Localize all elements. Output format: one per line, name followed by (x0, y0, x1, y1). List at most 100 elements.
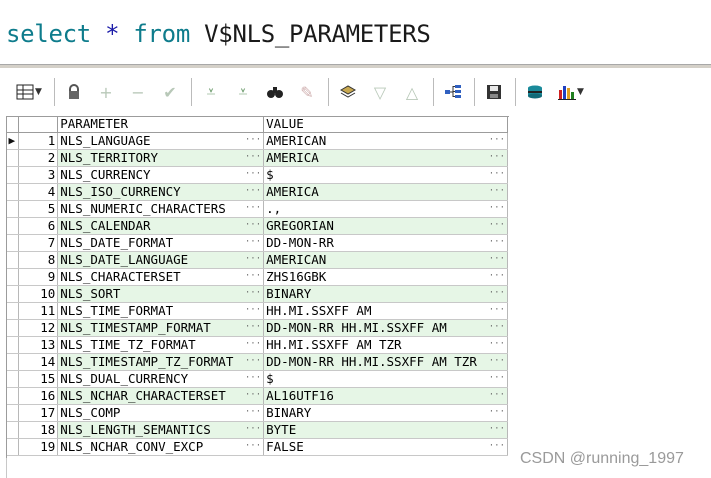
row-indicator[interactable] (6, 285, 19, 303)
cell-editor-button[interactable]: ··· (245, 201, 261, 217)
post-record-icon[interactable]: ✔ (157, 79, 183, 105)
cell-editor-button[interactable]: ··· (489, 371, 505, 387)
delete-record-icon[interactable]: − (125, 79, 151, 105)
row-indicator[interactable] (6, 268, 19, 286)
row-indicator[interactable] (6, 370, 19, 388)
parameter-cell[interactable]: NLS_CALENDAR ··· (57, 217, 265, 235)
cell-editor-button[interactable]: ··· (489, 133, 505, 149)
save-icon[interactable] (481, 79, 507, 105)
row-indicator[interactable] (6, 438, 19, 456)
parameter-cell[interactable]: NLS_NCHAR_CHARACTERSET ··· (57, 387, 265, 405)
table-row[interactable]: 5 NLS_NUMERIC_CHARACTERS ···., ··· (6, 200, 508, 218)
cell-editor-button[interactable]: ··· (245, 133, 261, 149)
cell-editor-button[interactable]: ··· (489, 201, 505, 217)
row-indicator[interactable] (6, 217, 19, 235)
cell-editor-button[interactable]: ··· (489, 286, 505, 302)
table-row[interactable]: 11 NLS_TIME_FORMAT ··· HH.MI.SSXFF AM ··· (6, 302, 508, 320)
table-row[interactable]: 9 NLS_CHARACTERSET ··· ZHS16GBK ··· (6, 268, 508, 286)
parameter-cell[interactable]: NLS_NCHAR_CONV_EXCP ··· (57, 438, 265, 456)
parameter-cell[interactable]: NLS_DUAL_CURRENCY ··· (57, 370, 265, 388)
parameter-cell[interactable]: NLS_TIME_FORMAT ··· (57, 302, 265, 320)
parameter-cell[interactable]: NLS_NUMERIC_CHARACTERS ··· (57, 200, 265, 218)
row-indicator[interactable] (6, 251, 19, 269)
cell-editor-button[interactable]: ··· (245, 218, 261, 234)
value-cell[interactable]: $ ··· (263, 370, 508, 388)
column-header-parameter[interactable]: PARAMETER (57, 116, 265, 133)
row-indicator[interactable] (6, 421, 19, 439)
row-indicator[interactable] (6, 336, 19, 354)
value-cell[interactable]: DD-MON-RR HH.MI.SSXFF AM ··· (263, 319, 508, 337)
grid-layout-icon[interactable]: ▼ (12, 79, 46, 105)
row-indicator[interactable] (6, 404, 19, 422)
value-cell[interactable]: FALSE ··· (263, 438, 508, 456)
cell-editor-button[interactable]: ··· (489, 167, 505, 183)
export-icon[interactable] (522, 79, 548, 105)
parameter-cell[interactable]: NLS_TIME_TZ_FORMAT ··· (57, 336, 265, 354)
cell-editor-button[interactable]: ··· (489, 252, 505, 268)
cell-editor-button[interactable]: ··· (245, 303, 261, 319)
table-row[interactable]: 14 NLS_TIMESTAMP_TZ_FORMAT ··· DD-MON-RR HH… (6, 353, 508, 371)
cell-editor-button[interactable]: ··· (489, 303, 505, 319)
value-cell[interactable]: $ ··· (263, 166, 508, 184)
row-indicator[interactable] (6, 149, 19, 167)
chart-icon[interactable]: ▼ (554, 79, 588, 105)
row-indicator[interactable] (6, 166, 19, 184)
value-cell[interactable]: ZHS16GBK ··· (263, 268, 508, 286)
add-record-icon[interactable]: + (93, 79, 119, 105)
table-row[interactable]: 19 NLS_NCHAR_CONV_EXCP ··· FALSE ··· (6, 438, 508, 456)
cell-editor-button[interactable]: ··· (489, 218, 505, 234)
parameter-cell[interactable]: NLS_TERRITORY ··· (57, 149, 265, 167)
cell-editor-button[interactable]: ··· (245, 235, 261, 251)
cell-editor-button[interactable]: ··· (489, 184, 505, 200)
query-by-example-icon[interactable] (335, 79, 361, 105)
parameter-cell[interactable]: NLS_DATE_LANGUAGE ··· (57, 251, 265, 269)
table-row[interactable]: 12 NLS_TIMESTAMP_FORMAT ··· DD-MON-RR HH.MI… (6, 319, 508, 337)
cell-editor-button[interactable]: ··· (245, 184, 261, 200)
sort-up-icon[interactable]: △ (399, 79, 425, 105)
table-row[interactable]: 2 NLS_TERRITORY ··· AMERICA ··· (6, 149, 508, 167)
lock-icon[interactable] (61, 79, 87, 105)
fetch-next-icon[interactable]: ⩡ (198, 79, 224, 105)
sql-editor-line[interactable]: select * from V$NLS_PARAMETERS (6, 17, 431, 51)
cell-editor-button[interactable]: ··· (489, 320, 505, 336)
cell-editor-button[interactable]: ··· (245, 439, 261, 455)
cell-editor-button[interactable]: ··· (245, 320, 261, 336)
value-cell[interactable]: BYTE ··· (263, 421, 508, 439)
table-row[interactable]: 10 NLS_SORT ··· BINARY ··· (6, 285, 508, 303)
parameter-cell[interactable]: NLS_CHARACTERSET ··· (57, 268, 265, 286)
parameter-cell[interactable]: NLS_CURRENCY ··· (57, 166, 265, 184)
table-row[interactable]: 17 NLS_COMP ··· BINARY ··· (6, 404, 508, 422)
column-header-value[interactable]: VALUE (263, 116, 508, 133)
value-cell[interactable]: HH.MI.SSXFF AM ··· (263, 302, 508, 320)
cell-editor-button[interactable]: ··· (245, 405, 261, 421)
value-cell[interactable]: AL16UTF16 ··· (263, 387, 508, 405)
cell-editor-button[interactable]: ··· (245, 337, 261, 353)
explain-plan-icon[interactable] (440, 79, 466, 105)
table-row[interactable]: 6 NLS_CALENDAR ··· GREGORIAN ··· (6, 217, 508, 235)
table-row[interactable]: 4 NLS_ISO_CURRENCY ··· AMERICA ··· (6, 183, 508, 201)
parameter-cell[interactable]: NLS_LANGUAGE ··· (57, 132, 265, 150)
row-indicator[interactable]: ▶ (6, 132, 19, 150)
sort-down-icon[interactable]: ▽ (367, 79, 393, 105)
value-cell[interactable]: AMERICA ··· (263, 183, 508, 201)
row-indicator[interactable] (6, 183, 19, 201)
cell-editor-button[interactable]: ··· (245, 269, 261, 285)
table-row[interactable]: 3 NLS_CURRENCY ··· $ ··· (6, 166, 508, 184)
parameter-cell[interactable]: NLS_TIMESTAMP_TZ_FORMAT ··· (57, 353, 265, 371)
table-row[interactable]: 7 NLS_DATE_FORMAT ··· DD-MON-RR ··· (6, 234, 508, 252)
value-cell[interactable]: HH.MI.SSXFF AM TZR ··· (263, 336, 508, 354)
value-cell[interactable]: BINARY ··· (263, 404, 508, 422)
parameter-cell[interactable]: NLS_DATE_FORMAT ··· (57, 234, 265, 252)
row-indicator[interactable] (6, 200, 19, 218)
value-cell[interactable]: DD-MON-RR HH.MI.SSXFF AM TZR ··· (263, 353, 508, 371)
cell-editor-button[interactable]: ··· (489, 269, 505, 285)
cell-editor-button[interactable]: ··· (489, 235, 505, 251)
cell-editor-button[interactable]: ··· (245, 286, 261, 302)
cell-editor-button[interactable]: ··· (245, 150, 261, 166)
cell-editor-button[interactable]: ··· (245, 167, 261, 183)
table-row[interactable]: ▶ 1 NLS_LANGUAGE ··· AMERICAN ··· (6, 132, 508, 150)
cell-editor-button[interactable]: ··· (489, 150, 505, 166)
row-indicator[interactable] (6, 353, 19, 371)
table-row[interactable]: 13 NLS_TIME_TZ_FORMAT ··· HH.MI.SSXFF AM TZ… (6, 336, 508, 354)
value-cell[interactable]: AMERICAN ··· (263, 251, 508, 269)
